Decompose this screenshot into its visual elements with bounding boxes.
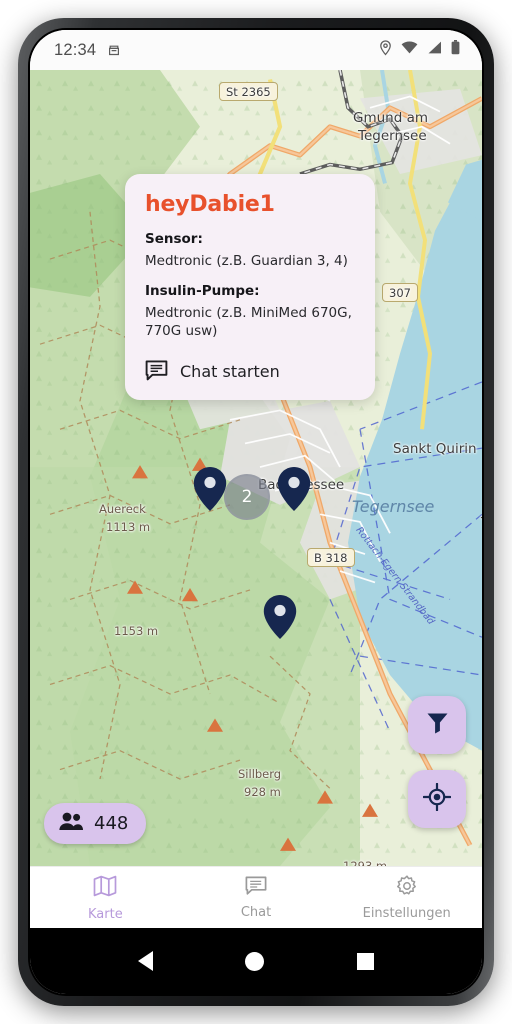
status-time: 12:34 [54,40,97,59]
notification-icon [107,43,121,58]
tab-chat-label: Chat [240,904,272,920]
user-info-popup[interactable]: heyDabie1 Sensor: Medtronic (z.B. Guardi… [125,174,375,400]
start-chat-button[interactable]: Chat starten [145,354,280,386]
my-location-fab[interactable] [408,770,466,828]
android-navigation-bar [30,928,482,994]
map-marker-left[interactable] [192,466,228,512]
phone-screen: 12:34 St 2365 Gmund am Tegernsee 307 San… [30,30,482,994]
tab-karte-label: Karte [87,906,123,922]
map-marker-right[interactable] [276,466,312,512]
screenshot-root: 12:34 St 2365 Gmund am Tegernsee 307 San… [0,0,512,1024]
sensor-label: Sensor: [145,231,203,247]
online-users-count: 448 [94,813,129,834]
chat-bubble-icon [245,876,267,901]
status-bar-right [379,39,460,61]
people-group-icon [58,811,84,836]
start-chat-label: Chat starten [180,362,280,382]
status-bar: 12:34 [30,30,482,70]
cluster-count: 2 [241,487,253,507]
filter-funnel-icon [425,710,450,740]
location-pin-icon [379,39,392,61]
map-marker-bottom[interactable] [262,594,298,640]
pump-label: Insulin-Pumpe: [145,283,260,300]
chat-bubble-icon [145,360,168,384]
status-bar-left: 12:34 [54,41,121,60]
online-users-badge[interactable]: 448 [44,803,147,844]
bottom-navigation: Karte Chat Einstellungen [30,866,482,928]
cell-signal-icon [427,41,442,59]
map-icon [93,874,117,903]
tab-chat[interactable]: Chat [181,876,332,920]
gear-icon [396,874,418,902]
home-circle-icon[interactable] [245,951,265,971]
map-marker-cluster[interactable]: 2 [224,474,270,520]
sensor-value: Medtronic (z.B. Guardian 3, 4) [145,253,348,269]
tab-einstellungen[interactable]: Einstellungen [331,874,482,921]
popup-username: heyDabie1 [145,192,275,217]
phone-frame: 12:34 St 2365 Gmund am Tegernsee 307 San… [18,18,494,1006]
tab-einstellungen-label: Einstellungen [362,905,451,921]
tab-karte[interactable]: Karte [30,874,181,922]
recents-square-icon[interactable] [356,952,374,970]
map-view[interactable]: St 2365 Gmund am Tegernsee 307 Sankt Qui… [30,70,482,866]
back-triangle-icon[interactable] [138,951,154,971]
battery-full-icon [451,40,460,60]
wifi-icon [401,41,418,59]
pump-value: Medtronic (z.B. MiniMed 670G, 770G usw) [145,305,352,340]
phone-bezel: 12:34 St 2365 Gmund am Tegernsee 307 San… [28,28,484,996]
my-location-icon [422,782,452,816]
filter-fab[interactable] [408,696,466,754]
